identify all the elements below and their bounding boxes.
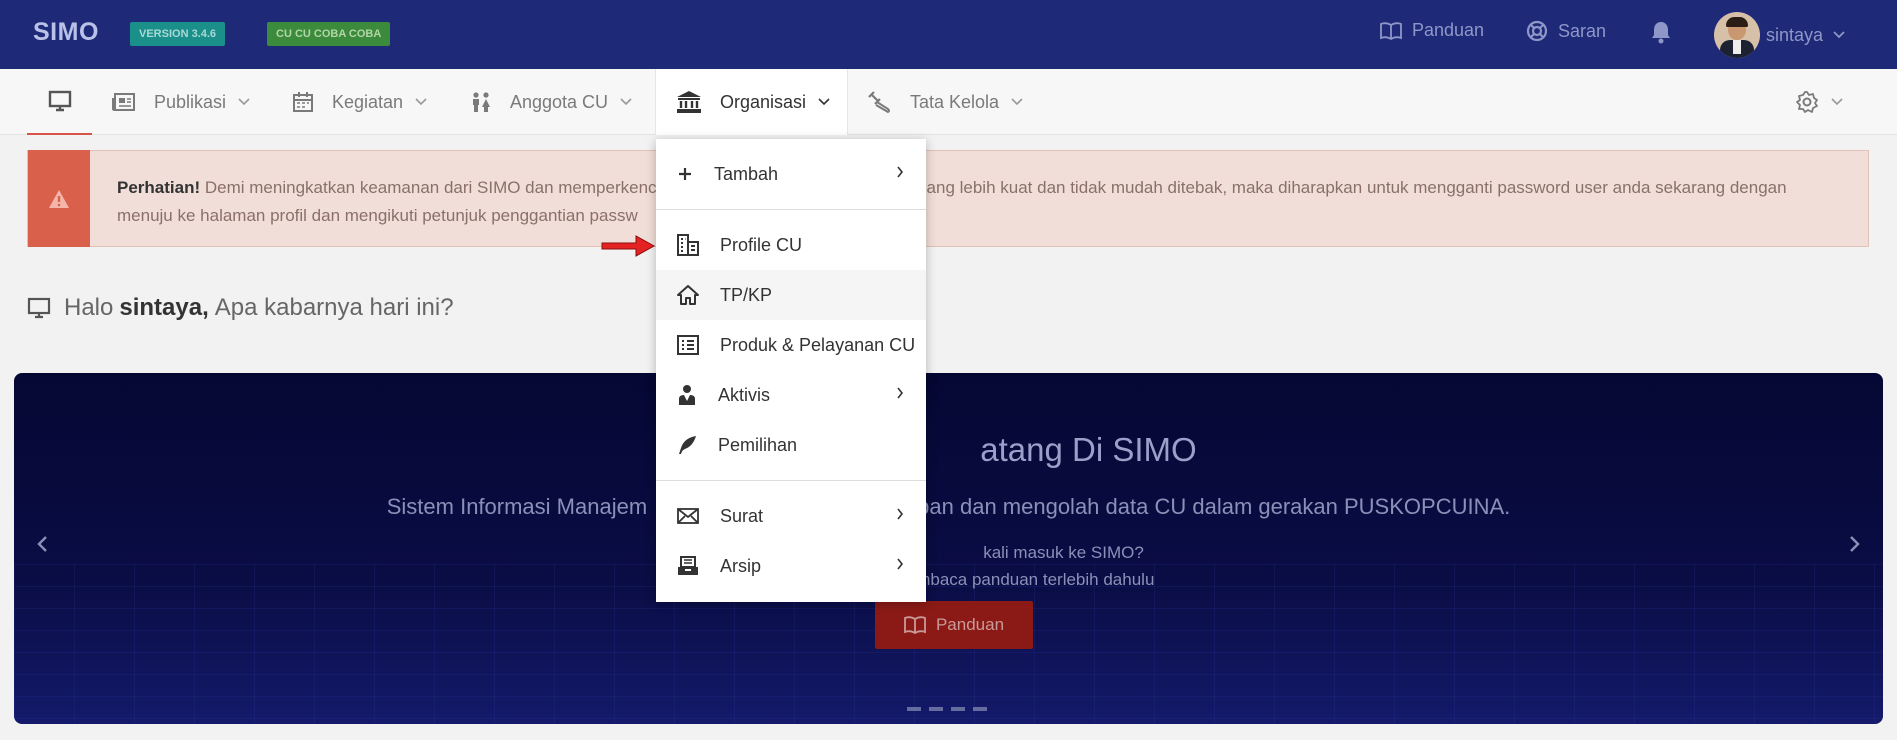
- hero-title: atang Di SIMO: [980, 431, 1197, 468]
- brand-logo[interactable]: SIMO: [33, 18, 99, 47]
- username-label: sintaya: [1766, 24, 1824, 45]
- nav-dashboard[interactable]: [27, 69, 92, 135]
- hero-panduan-button[interactable]: Panduan: [875, 601, 1033, 649]
- home-icon: [677, 285, 699, 305]
- alert-line1-rest: ang lebih kuat dan tidak mudah ditebak, …: [926, 178, 1787, 197]
- nav-anggota-cu[interactable]: Anggota CU: [470, 69, 632, 135]
- avatar: [1714, 12, 1760, 58]
- gear-icon: [1796, 91, 1818, 113]
- version-badge: VERSION 3.4.6: [130, 22, 226, 46]
- alert-line1: Demi meningkatkan keamanan dari SIMO dan…: [204, 178, 657, 197]
- gavel-icon: [868, 91, 890, 113]
- user-tie-icon: [679, 385, 695, 405]
- monitor-icon: [48, 90, 71, 112]
- nav-tata-kelola[interactable]: Tata Kelola: [868, 69, 1023, 135]
- chevron-right-icon: [897, 166, 904, 178]
- calendar-icon: [293, 92, 313, 112]
- chevron-right-icon: [897, 558, 904, 570]
- nav-kegiatan-label: Kegiatan: [332, 91, 404, 112]
- nav-anggota-label: Anggota CU: [510, 91, 609, 112]
- nav-publikasi[interactable]: Publikasi: [112, 69, 250, 135]
- lifebuoy-icon: [1526, 20, 1548, 42]
- menu-item-tpkp[interactable]: TP/KP: [656, 270, 926, 320]
- nav-kegiatan[interactable]: Kegiatan: [292, 69, 427, 135]
- hero-line1: kali masuk ke SIMO?: [983, 543, 1144, 562]
- chevron-down-icon: [620, 98, 632, 106]
- saran-label: Saran: [1558, 20, 1607, 41]
- greeting: Halo sintaya, Apa kabarnya hari ini?: [27, 294, 454, 322]
- panduan-label: Panduan: [1412, 20, 1485, 40]
- feather-icon: [679, 436, 696, 454]
- greeting-prefix: Halo: [64, 294, 114, 321]
- security-alert: Perhatian! Demi meningkatkan keamanan da…: [27, 150, 1869, 247]
- archive-icon: [678, 556, 698, 575]
- nav-settings[interactable]: [1795, 69, 1843, 135]
- carousel-dot[interactable]: [929, 707, 943, 711]
- nav-tata-kelola-label: Tata Kelola: [910, 91, 1000, 112]
- menu-divider: [656, 209, 926, 210]
- bank-icon: [677, 91, 701, 113]
- alert-strong: Perhatian!: [117, 178, 201, 197]
- greeting-username: sintaya,: [119, 294, 209, 321]
- chevron-down-icon: [415, 98, 427, 106]
- people-icon: [473, 92, 490, 112]
- plus-icon: [679, 168, 691, 180]
- menu-item-aktivis[interactable]: Aktivis: [656, 370, 926, 420]
- monitor-icon: [27, 297, 51, 319]
- red-arrow-annotation: [600, 234, 656, 263]
- book-icon: [1380, 21, 1402, 40]
- nav-organisasi[interactable]: Organisasi: [655, 69, 848, 135]
- hero-carousel: atang Di SIMO Sistem Informasi Manajem pa…: [14, 373, 1883, 724]
- menu-divider: [656, 480, 926, 481]
- menu-item-surat[interactable]: Surat: [656, 491, 926, 541]
- nav-publikasi-label: Publikasi: [154, 91, 227, 112]
- main-menu: Publikasi Kegiatan Anggota CU Organisasi…: [0, 69, 1897, 135]
- menu-item-tambah[interactable]: Tambah: [656, 149, 926, 199]
- carousel-prev-icon[interactable]: [36, 535, 48, 558]
- carousel-indicators[interactable]: [907, 707, 995, 711]
- hero-subtitle: Sistem Informasi Manajem pan dan mengolah…: [386, 494, 1511, 519]
- hero-line2: membaca panduan terlebih dahulu: [892, 570, 1155, 589]
- chevron-down-icon: [818, 98, 830, 106]
- chevron-down-icon: [238, 98, 250, 106]
- alert-line2: menuju ke halaman profil dan mengikuti p…: [117, 206, 638, 225]
- building-icon: [677, 234, 699, 256]
- menu-item-pemilihan[interactable]: Pemilihan: [656, 420, 926, 470]
- menu-item-arsip[interactable]: Arsip: [656, 541, 926, 591]
- chevron-down-icon: [1831, 98, 1843, 106]
- organisasi-dropdown: Tambah Profile CU TP/KP Produk & Pelayan…: [656, 139, 926, 602]
- panduan-link[interactable]: Panduan: [1380, 20, 1484, 41]
- user-menu[interactable]: sintaya: [1714, 12, 1845, 58]
- newspaper-icon: [112, 93, 135, 111]
- menu-item-profile-cu[interactable]: Profile CU: [656, 220, 926, 270]
- chevron-down-icon: [1011, 98, 1023, 106]
- top-navbar: SIMO VERSION 3.4.6 CU CU COBA COBA Pandu…: [0, 0, 1897, 69]
- cu-badge: CU CU COBA COBA: [267, 22, 391, 46]
- greeting-suffix: Apa kabarnya hari ini?: [214, 294, 454, 321]
- book-icon: [904, 616, 926, 634]
- nav-organisasi-label: Organisasi: [720, 91, 807, 112]
- notification-bell-icon[interactable]: [1650, 20, 1672, 49]
- carousel-dot[interactable]: [951, 707, 965, 711]
- saran-link[interactable]: Saran: [1526, 20, 1606, 42]
- carousel-next-icon[interactable]: [1849, 535, 1861, 558]
- alert-message: Perhatian! Demi meningkatkan keamanan da…: [90, 151, 1813, 246]
- warning-icon: [28, 150, 90, 247]
- chevron-right-icon: [897, 508, 904, 520]
- carousel-dot[interactable]: [907, 707, 921, 711]
- menu-item-produk-pelayanan[interactable]: Produk & Pelayanan CU: [656, 320, 926, 370]
- envelope-icon: [677, 508, 699, 524]
- chevron-right-icon: [897, 387, 904, 399]
- list-icon: [677, 335, 699, 355]
- chevron-down-icon: [1833, 31, 1845, 39]
- carousel-dot[interactable]: [973, 707, 987, 711]
